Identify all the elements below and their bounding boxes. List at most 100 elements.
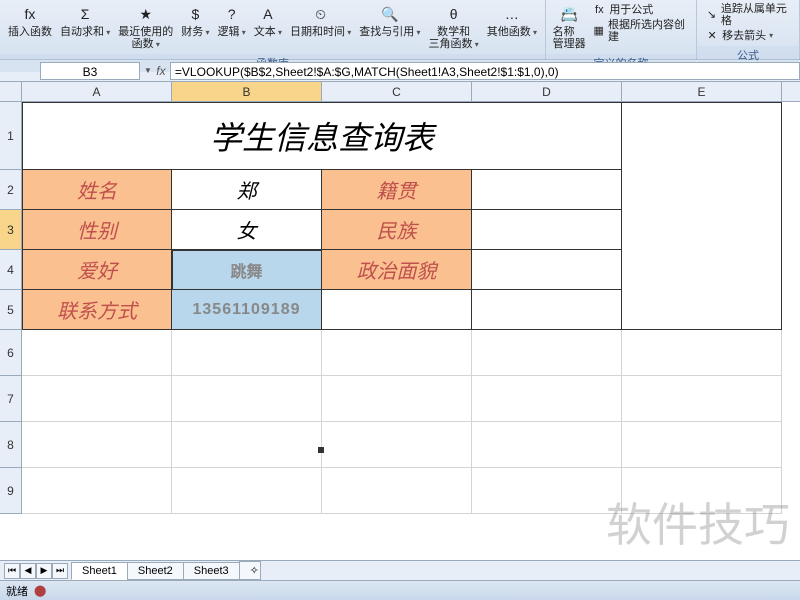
formula-bar: B3 ▼ fx =VLOOKUP($B$2,Sheet2!$A:$G,MATCH… <box>0 60 800 82</box>
cell-E-merged[interactable] <box>622 102 782 330</box>
cell-B6[interactable] <box>172 330 322 376</box>
more-icon: … <box>501 4 523 26</box>
namebox-dropdown-icon[interactable]: ▼ <box>144 66 152 75</box>
cell-B7[interactable] <box>172 376 322 422</box>
cell-E6[interactable] <box>622 330 782 376</box>
row-header-9[interactable]: 9 <box>0 468 21 514</box>
name-manager-button[interactable]: 📇 名称 管理器 <box>550 2 588 52</box>
row-header-4[interactable]: 4 <box>0 250 21 290</box>
cell-E9[interactable] <box>622 468 782 514</box>
cell-A4[interactable]: 爱好 <box>22 250 172 290</box>
cell-A5[interactable]: 联系方式 <box>22 290 172 330</box>
cell-A6[interactable] <box>22 330 172 376</box>
col-header-A[interactable]: A <box>22 82 172 101</box>
lookup-button[interactable]: 🔍查找与引用 ▾ <box>355 2 424 40</box>
math-button[interactable]: θ数学和 三角函数 ▾ <box>425 2 483 52</box>
text-button[interactable]: A文本 ▾ <box>250 2 286 40</box>
sheet-tab-Sheet3[interactable]: Sheet3 <box>183 562 240 580</box>
cell-D9[interactable] <box>472 468 622 514</box>
create-from-selection-button[interactable]: ▦根据所选内容创建 <box>588 18 692 44</box>
cell-D6[interactable] <box>472 330 622 376</box>
cell-D3[interactable] <box>472 210 622 250</box>
cell-A3[interactable]: 性别 <box>22 210 172 250</box>
text-icon: A <box>257 4 279 26</box>
cell-C8[interactable] <box>322 422 472 468</box>
cell-A8[interactable] <box>22 422 172 468</box>
col-header-D[interactable]: D <box>472 82 622 101</box>
new-sheet-button[interactable]: ✧ <box>239 561 261 580</box>
autosum-icon: Σ <box>74 4 96 26</box>
macro-record-icon[interactable]: ⬤ <box>34 584 46 597</box>
cell-D5[interactable] <box>472 290 622 330</box>
show-formulas-icon: fx <box>592 3 606 17</box>
cell-D2[interactable] <box>472 170 622 210</box>
cell-E7[interactable] <box>622 376 782 422</box>
row-header-8[interactable]: 8 <box>0 422 21 468</box>
math-icon: θ <box>443 4 465 26</box>
cell-C2[interactable]: 籍贯 <box>322 170 472 210</box>
cell-A7[interactable] <box>22 376 172 422</box>
datetime-button[interactable]: ⏲日期和时间 ▾ <box>286 2 355 40</box>
cell-E8[interactable] <box>622 422 782 468</box>
financial-icon: $ <box>184 4 206 26</box>
cell-A9[interactable] <box>22 468 172 514</box>
trace-dependents-icon: ↘ <box>705 8 718 22</box>
col-header-C[interactable]: C <box>322 82 472 101</box>
row-header-7[interactable]: 7 <box>0 376 21 422</box>
spreadsheet-grid[interactable]: ABCDE 123456789 学生信息查询表姓名郑籍贯性别女民族爱好跳舞政治面… <box>0 82 800 540</box>
cell-B3[interactable]: 女 <box>172 210 322 250</box>
cell-D4[interactable] <box>472 250 622 290</box>
autosum-button[interactable]: Σ自动求和 ▾ <box>56 2 114 40</box>
fill-handle[interactable] <box>318 447 324 453</box>
more-button[interactable]: …其他函数 ▾ <box>483 2 541 40</box>
ribbon: fx插入函数Σ自动求和 ▾★最近使用的 函数 ▾$财务 ▾?逻辑 ▾A文本 ▾⏲… <box>0 0 800 60</box>
title-cell[interactable]: 学生信息查询表 <box>22 102 622 170</box>
cell-C3[interactable]: 民族 <box>322 210 472 250</box>
row-header-5[interactable]: 5 <box>0 290 21 330</box>
cell-C7[interactable] <box>322 376 472 422</box>
col-header-E[interactable]: E <box>622 82 782 101</box>
lookup-icon: 🔍 <box>379 4 401 26</box>
name-box[interactable]: B3 <box>40 62 140 80</box>
cell-B9[interactable] <box>172 468 322 514</box>
insert-function-icon: fx <box>19 4 41 26</box>
cell-B4[interactable]: 跳舞 <box>172 250 322 290</box>
trace-dependents-button[interactable]: ↘追踪从属单元格 <box>701 2 795 28</box>
insert-function-button[interactable]: fx插入函数 <box>4 2 56 40</box>
datetime-icon: ⏲ <box>310 4 332 26</box>
cell-C6[interactable] <box>322 330 472 376</box>
cell-A2[interactable]: 姓名 <box>22 170 172 210</box>
row-header-6[interactable]: 6 <box>0 330 21 376</box>
cell-B8[interactable] <box>172 422 322 468</box>
remove-arrows-icon: ✕ <box>705 29 719 43</box>
cell-D8[interactable] <box>472 422 622 468</box>
tab-nav-last[interactable]: ⏭ <box>52 563 68 579</box>
cell-B5[interactable]: 13561109189 <box>172 290 322 330</box>
cell-C9[interactable] <box>322 468 472 514</box>
name-manager-icon: 📇 <box>558 4 580 26</box>
row-header-1[interactable]: 1 <box>0 102 21 170</box>
sheet-tab-Sheet2[interactable]: Sheet2 <box>127 562 184 580</box>
select-all-corner[interactable] <box>0 82 22 102</box>
sheet-tab-Sheet1[interactable]: Sheet1 <box>71 562 128 580</box>
tab-nav-first[interactable]: ⏮ <box>4 563 20 579</box>
cell-C4[interactable]: 政治面貌 <box>322 250 472 290</box>
logical-button[interactable]: ?逻辑 ▾ <box>214 2 250 40</box>
tab-nav-prev[interactable]: ◀ <box>20 563 36 579</box>
fx-icon[interactable]: fx <box>152 64 170 78</box>
logical-icon: ? <box>221 4 243 26</box>
cell-C5[interactable] <box>322 290 472 330</box>
financial-button[interactable]: $财务 ▾ <box>177 2 213 40</box>
status-bar: 就绪 ⬤ <box>0 580 800 600</box>
col-header-B[interactable]: B <box>172 82 322 101</box>
row-header-2[interactable]: 2 <box>0 170 21 210</box>
row-header-3[interactable]: 3 <box>0 210 21 250</box>
show-formulas-button[interactable]: fx用于公式 <box>588 2 692 18</box>
cell-D7[interactable] <box>472 376 622 422</box>
tab-nav-next[interactable]: ▶ <box>36 563 52 579</box>
remove-arrows-button[interactable]: ✕移去箭头▾ <box>701 28 795 44</box>
recent-button[interactable]: ★最近使用的 函数 ▾ <box>114 2 177 52</box>
sheet-tab-bar: ⏮ ◀ ▶ ⏭ Sheet1Sheet2Sheet3 ✧ <box>0 560 800 580</box>
formula-input[interactable]: =VLOOKUP($B$2,Sheet2!$A:$G,MATCH(Sheet1!… <box>170 62 800 80</box>
cell-B2[interactable]: 郑 <box>172 170 322 210</box>
